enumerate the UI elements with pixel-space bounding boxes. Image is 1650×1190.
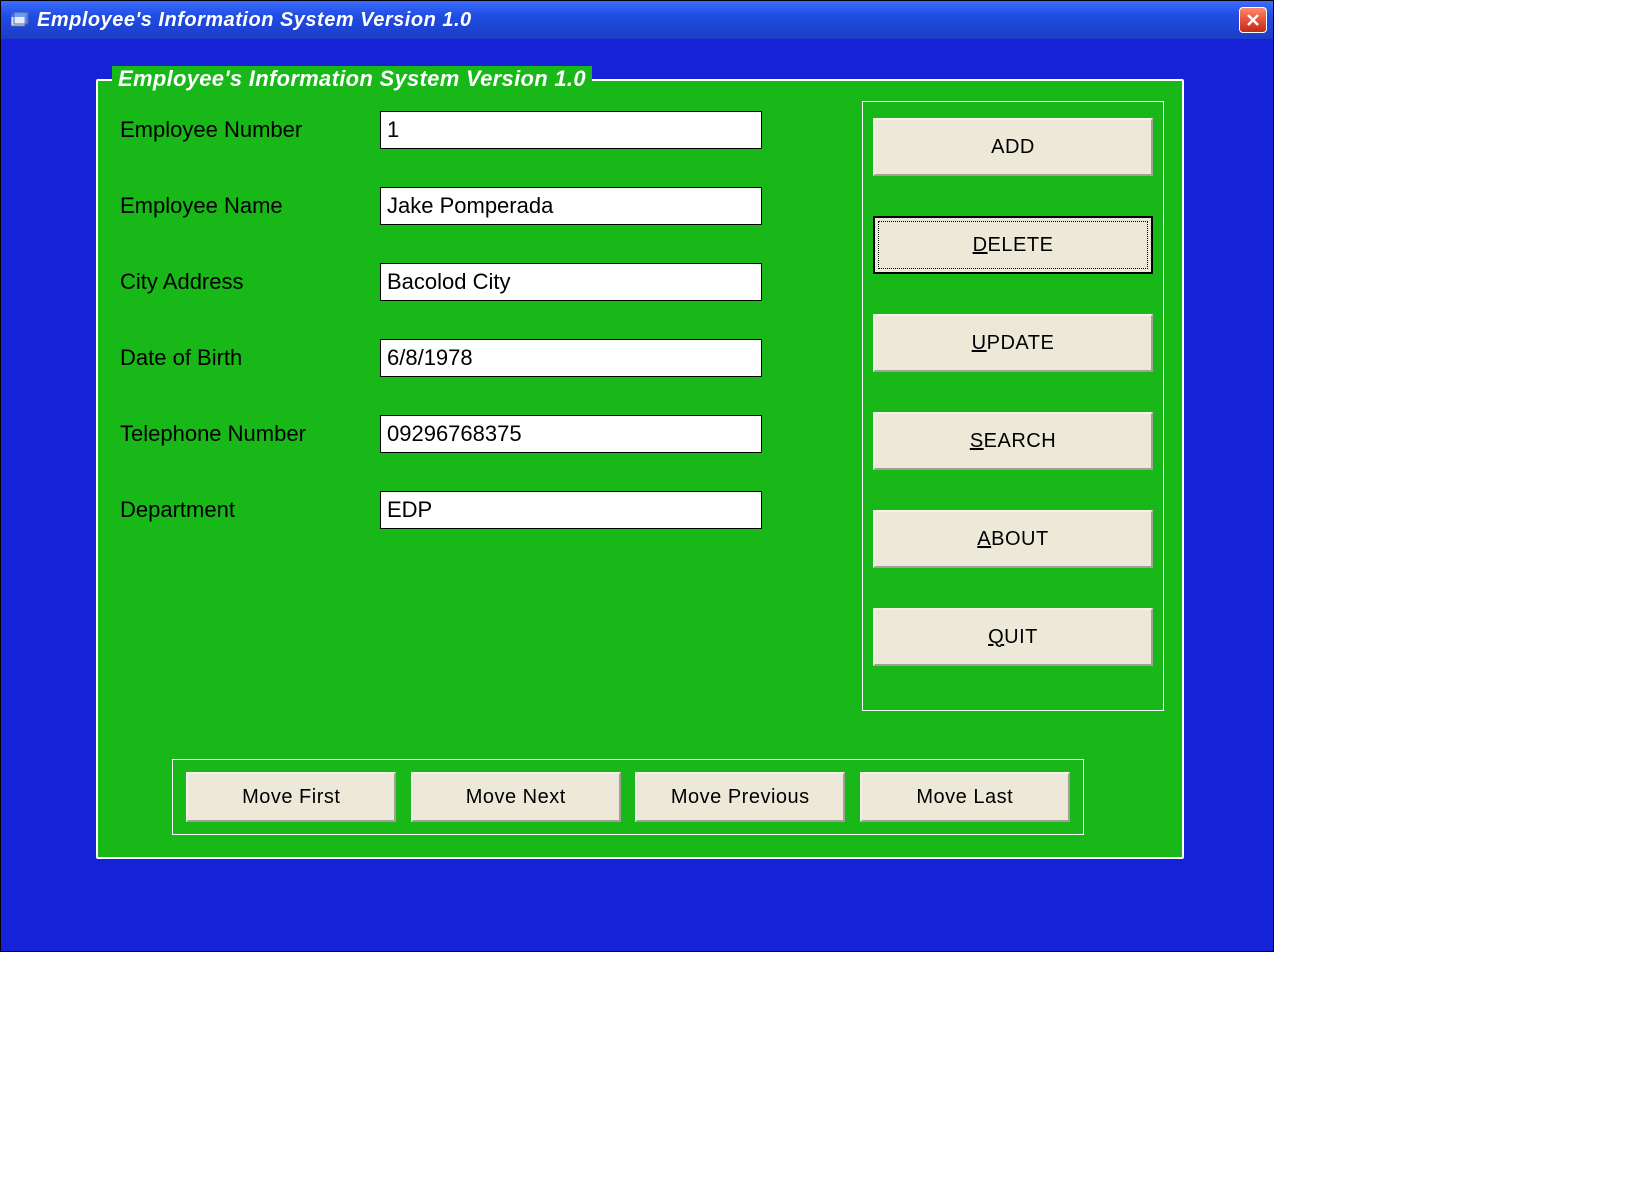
input-date-of-birth[interactable] — [380, 339, 762, 377]
quit-button[interactable]: QUIT — [873, 608, 1153, 666]
row-department: Department — [120, 491, 780, 529]
about-button[interactable]: ABOUT — [873, 510, 1153, 568]
client-area: Employee's Information System Version 1.… — [1, 39, 1273, 951]
navigation-panel: Move First Move Next Move Previous Move … — [172, 759, 1084, 835]
search-hotkey: S — [970, 430, 984, 452]
titlebar-left: Employee's Information System Version 1.… — [11, 9, 472, 32]
move-last-button[interactable]: Move Last — [860, 772, 1070, 822]
close-icon — [1246, 13, 1260, 27]
search-button[interactable]: SEARCH — [873, 412, 1153, 470]
row-telephone-number: Telephone Number — [120, 415, 780, 453]
main-groupbox: Employee's Information System Version 1.… — [96, 79, 1184, 859]
update-rest: PDATE — [987, 332, 1055, 354]
row-employee-number: Employee Number — [120, 111, 780, 149]
move-first-button[interactable]: Move First — [186, 772, 396, 822]
label-city-address: City Address — [120, 269, 380, 295]
close-button[interactable] — [1239, 7, 1267, 33]
quit-hotkey: Q — [988, 626, 1004, 648]
label-employee-number: Employee Number — [120, 117, 380, 143]
search-rest: EARCH — [984, 430, 1057, 452]
label-date-of-birth: Date of Birth — [120, 345, 380, 371]
add-button-label: ADD — [991, 136, 1035, 159]
delete-rest: ELETE — [988, 234, 1054, 256]
about-hotkey: A — [977, 528, 991, 550]
quit-rest: UIT — [1004, 626, 1038, 648]
label-telephone-number: Telephone Number — [120, 421, 380, 447]
row-date-of-birth: Date of Birth — [120, 339, 780, 377]
titlebar: Employee's Information System Version 1.… — [1, 1, 1273, 39]
delete-hotkey: D — [973, 234, 988, 256]
app-window: Employee's Information System Version 1.… — [0, 0, 1274, 952]
row-employee-name: Employee Name — [120, 187, 780, 225]
groupbox-legend: Employee's Information System Version 1.… — [112, 66, 592, 92]
input-employee-number[interactable] — [380, 111, 762, 149]
add-button[interactable]: ADD — [873, 118, 1153, 176]
move-next-button[interactable]: Move Next — [411, 772, 621, 822]
label-employee-name: Employee Name — [120, 193, 380, 219]
label-department: Department — [120, 497, 380, 523]
window-title: Employee's Information System Version 1.… — [37, 9, 472, 32]
input-telephone-number[interactable] — [380, 415, 762, 453]
action-panel: ADD DELETE UPDATE SEARCH ABOUT QUIT — [862, 101, 1164, 711]
form-area: Employee Number Employee Name City Addre… — [120, 111, 780, 567]
update-button[interactable]: UPDATE — [873, 314, 1153, 372]
input-employee-name[interactable] — [380, 187, 762, 225]
delete-button[interactable]: DELETE — [873, 216, 1153, 274]
input-city-address[interactable] — [380, 263, 762, 301]
input-department[interactable] — [380, 491, 762, 529]
about-rest: BOUT — [991, 528, 1049, 550]
update-hotkey: U — [972, 332, 987, 354]
move-previous-button[interactable]: Move Previous — [635, 772, 845, 822]
app-icon — [11, 12, 29, 28]
row-city-address: City Address — [120, 263, 780, 301]
